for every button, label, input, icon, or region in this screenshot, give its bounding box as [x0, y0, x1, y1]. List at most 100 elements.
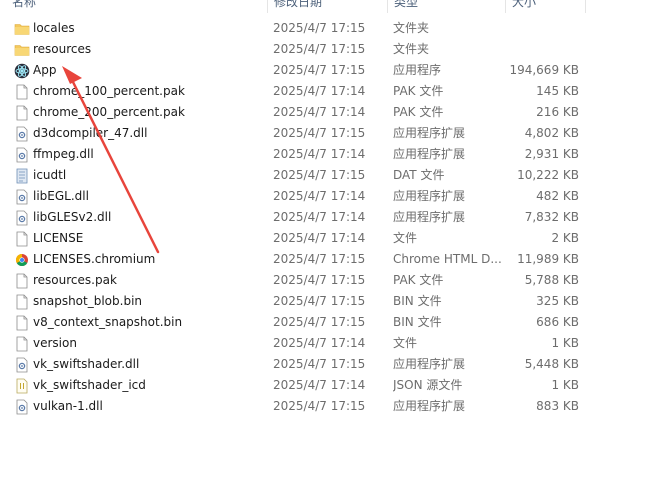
file-type: 应用程序 [393, 63, 442, 77]
file-row[interactable]: snapshot_blob.bin 2025/4/7 17:15 BIN 文件 325… [0, 291, 658, 312]
file-icon [14, 315, 30, 331]
file-type: Chrome HTML D... [393, 252, 502, 266]
file-name: libEGL.dll [33, 189, 89, 203]
file-type: 应用程序扩展 [393, 399, 466, 413]
file-name: ffmpeg.dll [33, 147, 94, 161]
file-size: 145 KB [536, 84, 579, 98]
file-name: vk_swiftshader_icd [33, 378, 146, 392]
file-type: 应用程序扩展 [393, 147, 466, 161]
file-name: version [33, 336, 77, 350]
dll-icon [14, 189, 30, 205]
file-icon [14, 105, 30, 121]
app-icon [14, 63, 30, 79]
file-row[interactable]: icudtl 2025/4/7 17:15 DAT 文件 10,222 KB [0, 165, 658, 186]
file-row[interactable]: vulkan-1.dll 2025/4/7 17:15 应用程序扩展 883 KB [0, 396, 658, 417]
file-icon [14, 336, 30, 352]
file-size: 883 KB [536, 399, 579, 413]
column-header-name[interactable]: 名称 [6, 0, 268, 13]
dll-icon [14, 210, 30, 226]
file-row[interactable]: vk_swiftshader.dll 2025/4/7 17:15 应用程序扩展 5,… [0, 354, 658, 375]
file-row[interactable]: resources.pak 2025/4/7 17:15 PAK 文件 5,788 K… [0, 270, 658, 291]
file-type: JSON 源文件 [393, 378, 463, 392]
file-size: 5,788 KB [524, 273, 579, 287]
file-row[interactable]: App 2025/4/7 17:15 应用程序 194,669 KB [0, 60, 658, 81]
file-date: 2025/4/7 17:15 [273, 126, 366, 140]
file-row[interactable]: locales 2025/4/7 17:15 文件夹 [0, 18, 658, 39]
file-type: BIN 文件 [393, 294, 442, 308]
file-date: 2025/4/7 17:15 [273, 63, 366, 77]
file-row[interactable]: libGLESv2.dll 2025/4/7 17:14 应用程序扩展 7,832 K… [0, 207, 658, 228]
file-date: 2025/4/7 17:14 [273, 231, 366, 245]
file-date: 2025/4/7 17:14 [273, 378, 366, 392]
file-size: 2,931 KB [524, 147, 579, 161]
file-date: 2025/4/7 17:15 [273, 252, 366, 266]
column-header-size[interactable]: 大小 [506, 0, 586, 13]
file-date: 2025/4/7 17:15 [273, 399, 366, 413]
json-icon [14, 378, 30, 394]
file-date: 2025/4/7 17:14 [273, 189, 366, 203]
dll-icon [14, 126, 30, 142]
file-row[interactable]: LICENSE 2025/4/7 17:14 文件 2 KB [0, 228, 658, 249]
file-type: PAK 文件 [393, 105, 444, 119]
file-type: 应用程序扩展 [393, 210, 466, 224]
dll-icon [14, 147, 30, 163]
file-row[interactable]: ffmpeg.dll 2025/4/7 17:14 应用程序扩展 2,931 KB [0, 144, 658, 165]
file-name: App [33, 63, 57, 77]
file-row[interactable]: version 2025/4/7 17:14 文件 1 KB [0, 333, 658, 354]
file-row[interactable]: resources 2025/4/7 17:15 文件夹 [0, 39, 658, 60]
column-header-date[interactable]: 修改日期 [268, 0, 388, 13]
file-name: v8_context_snapshot.bin [33, 315, 183, 329]
file-size: 4,802 KB [524, 126, 579, 140]
file-icon [14, 294, 30, 310]
file-type: 文件夹 [393, 42, 430, 56]
file-size: 11,989 KB [517, 252, 579, 266]
file-size: 194,669 KB [509, 63, 579, 77]
file-row[interactable]: vk_swiftshader_icd 2025/4/7 17:14 JSON 源文件… [0, 375, 658, 396]
file-size: 482 KB [536, 189, 579, 203]
file-type: 文件 [393, 231, 418, 245]
file-date: 2025/4/7 17:15 [273, 42, 366, 56]
file-date: 2025/4/7 17:15 [273, 273, 366, 287]
file-row[interactable]: LICENSES.chromium 2025/4/7 17:15 Chrome HT… [0, 249, 658, 270]
file-row[interactable]: v8_context_snapshot.bin 2025/4/7 17:15 BIN… [0, 312, 658, 333]
file-type: DAT 文件 [393, 168, 445, 182]
file-name: vk_swiftshader.dll [33, 357, 140, 371]
file-icon [14, 231, 30, 247]
file-size: 10,222 KB [517, 168, 579, 182]
dat-icon [14, 168, 30, 184]
file-date: 2025/4/7 17:14 [273, 84, 366, 98]
file-date: 2025/4/7 17:14 [273, 210, 366, 224]
folder-icon [14, 42, 30, 58]
file-name: resources.pak [33, 273, 117, 287]
file-size: 325 KB [536, 294, 579, 308]
file-date: 2025/4/7 17:15 [273, 168, 366, 182]
file-name: LICENSE [33, 231, 84, 245]
file-size: 1 KB [551, 378, 579, 392]
file-name: chrome_200_percent.pak [33, 105, 185, 119]
file-row[interactable]: libEGL.dll 2025/4/7 17:14 应用程序扩展 482 KB [0, 186, 658, 207]
file-size: 7,832 KB [524, 210, 579, 224]
file-size: 2 KB [551, 231, 579, 245]
file-date: 2025/4/7 17:15 [273, 294, 366, 308]
file-size: 216 KB [536, 105, 579, 119]
file-icon [14, 84, 30, 100]
file-name: snapshot_blob.bin [33, 294, 143, 308]
file-date: 2025/4/7 17:14 [273, 147, 366, 161]
file-row[interactable]: chrome_100_percent.pak 2025/4/7 17:14 PAK … [0, 81, 658, 102]
file-type: 文件 [393, 336, 418, 350]
file-row[interactable]: chrome_200_percent.pak 2025/4/7 17:14 PAK … [0, 102, 658, 123]
column-header-bar: 名称 修改日期 类型 大小 [0, 0, 658, 13]
file-type: 应用程序扩展 [393, 357, 466, 371]
file-size: 686 KB [536, 315, 579, 329]
column-header-type[interactable]: 类型 [388, 0, 506, 13]
file-row[interactable]: d3dcompiler_47.dll 2025/4/7 17:15 应用程序扩展 4,… [0, 123, 658, 144]
file-type: PAK 文件 [393, 273, 444, 287]
file-date: 2025/4/7 17:14 [273, 336, 366, 350]
file-type: 应用程序扩展 [393, 189, 466, 203]
dll-icon [14, 399, 30, 415]
file-name: LICENSES.chromium [33, 252, 156, 266]
file-type: 文件夹 [393, 21, 430, 35]
dll-icon [14, 357, 30, 373]
file-date: 2025/4/7 17:15 [273, 21, 366, 35]
file-name: vulkan-1.dll [33, 399, 103, 413]
